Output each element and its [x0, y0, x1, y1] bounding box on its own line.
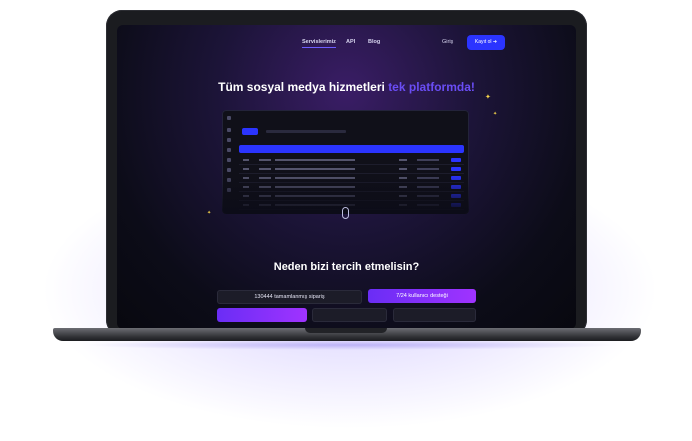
nav-blog[interactable]: Blog	[368, 39, 380, 45]
register-label: Kayıt ol	[474, 39, 492, 45]
sparkle-icon: ✦	[493, 111, 498, 117]
preview-search-bar	[266, 130, 346, 133]
sidebar-icon	[227, 158, 231, 162]
stat-card	[217, 308, 307, 322]
login-link[interactable]: Giriş	[442, 39, 453, 45]
stat-card	[393, 308, 476, 322]
table-row	[239, 166, 464, 174]
sidebar-icon	[227, 168, 231, 172]
why-title: Neden bizi tercih etmelisin?	[273, 261, 420, 273]
register-button[interactable]: Kayıt ol ➜	[467, 35, 505, 50]
nav-servislerimiz[interactable]: Servislerimiz	[302, 39, 336, 48]
hero-title-accent: tek platformda!	[388, 80, 475, 94]
menu-icon	[227, 116, 231, 120]
top-nav: Servislerimiz API Blog Giriş Kayıt ol ➜	[117, 35, 576, 55]
scroll-mouse-icon	[342, 207, 349, 219]
hero-title-main: Tüm sosyal medya hizmetleri	[218, 80, 385, 94]
sidebar-icon	[227, 128, 231, 132]
sparkle-icon: ✦	[485, 94, 491, 101]
preview-category-bar	[239, 145, 464, 153]
table-row	[239, 157, 464, 165]
dashboard-preview	[222, 110, 469, 214]
stat-card	[312, 308, 387, 322]
laptop-shadow	[80, 340, 620, 350]
sparkle-icon: ✦	[207, 210, 212, 216]
hero-title: Tüm sosyal medya hizmetleri tek platform…	[117, 80, 576, 94]
stat-support: 7/24 kullanıcı desteği	[368, 289, 476, 303]
laptop-notch	[305, 328, 387, 333]
sidebar-icon	[227, 138, 231, 142]
laptop-screen: Servislerimiz API Blog Giriş Kayıt ol ➜ …	[117, 25, 576, 329]
preview-filter-pill	[242, 128, 258, 135]
sidebar-icon	[227, 148, 231, 152]
stat-orders: 130444 tamamlanmış sipariş	[217, 290, 362, 304]
nav-api[interactable]: API	[346, 39, 355, 45]
